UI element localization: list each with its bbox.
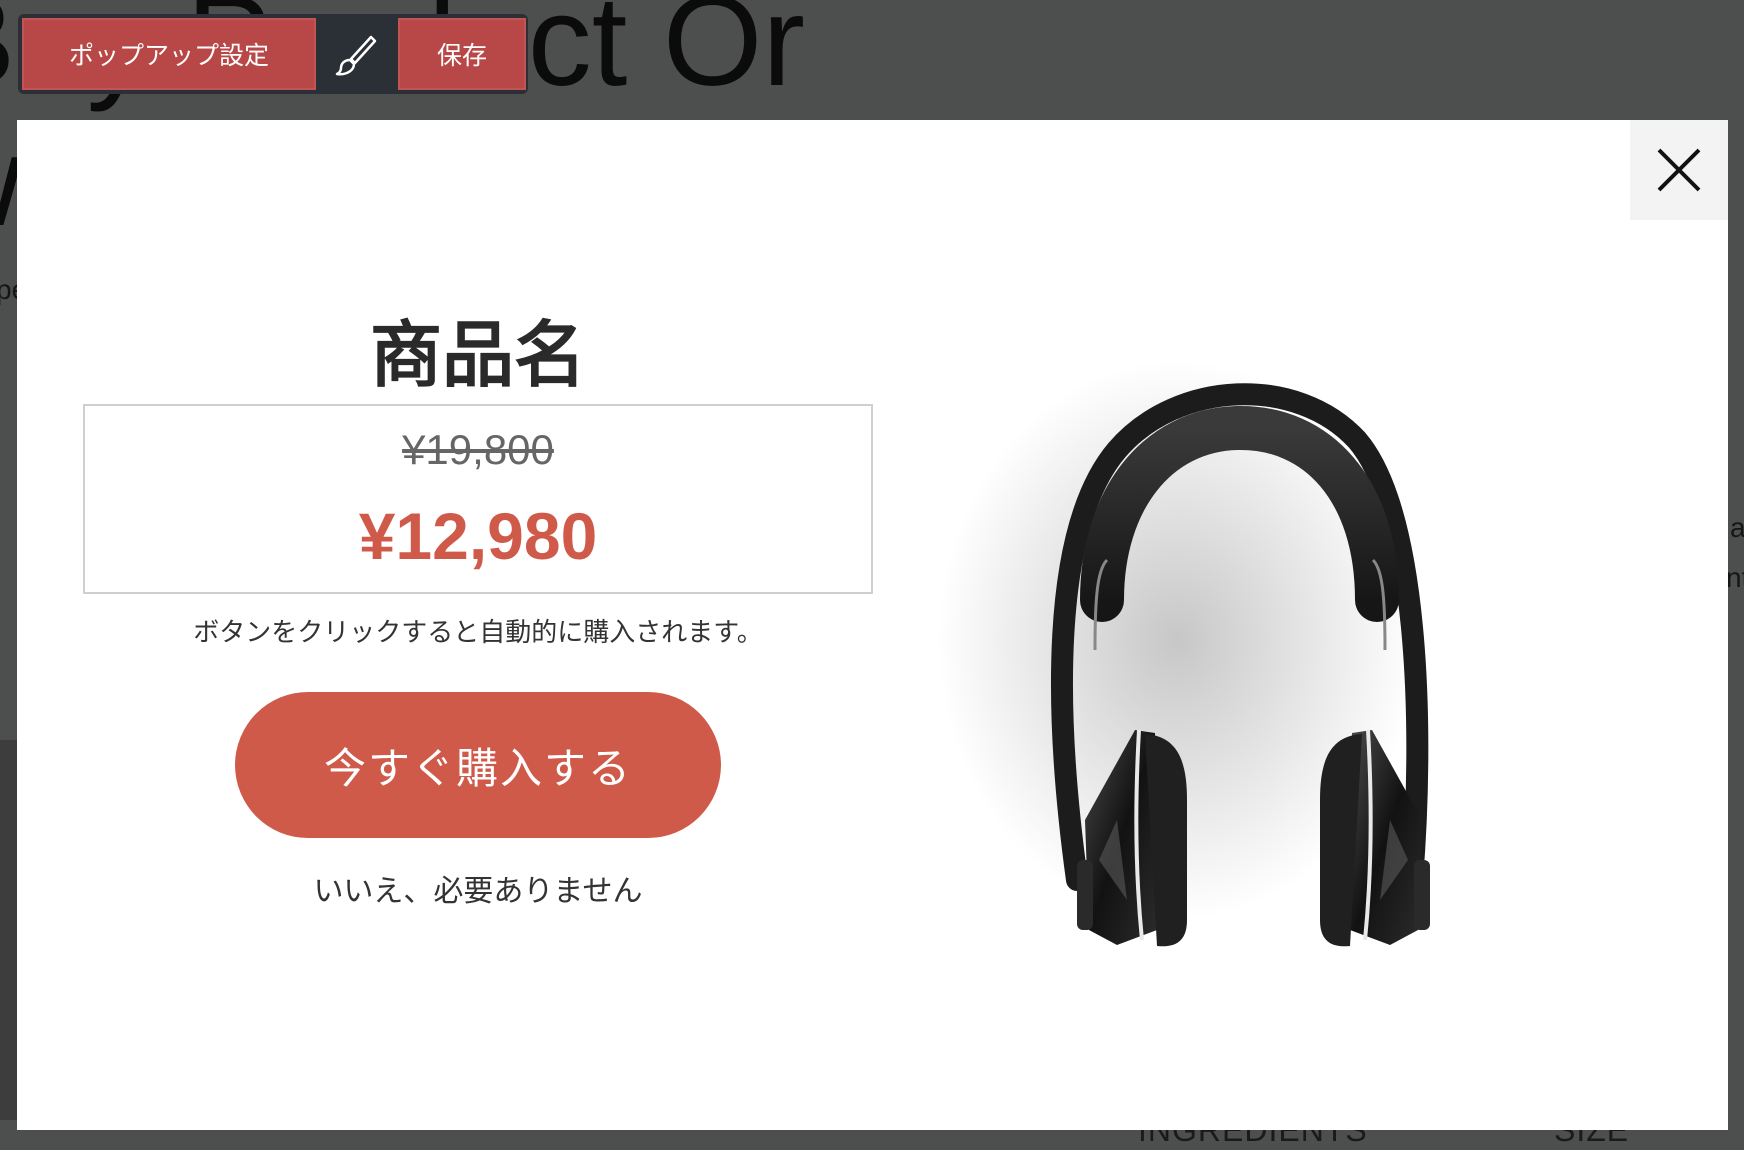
save-button[interactable]: 保存 — [398, 18, 526, 90]
background-right-text-2: nt — [1726, 562, 1744, 593]
background-image-edge — [0, 740, 18, 1120]
product-name: 商品名 — [369, 313, 586, 397]
popup-settings-button[interactable]: ポップアップ設定 — [22, 18, 316, 90]
brush-icon[interactable] — [330, 32, 380, 78]
buy-now-button[interactable]: 今すぐ購入する — [235, 692, 721, 838]
price-box: ¥19,800 ¥12,980 — [83, 404, 873, 594]
sale-price: ¥12,980 — [358, 499, 598, 573]
product-popup: 商品名 ¥19,800 ¥12,980 ボタンをクリックすると自動的に購入されま… — [17, 120, 1728, 1130]
headphones-image — [877, 300, 1637, 1000]
decline-link[interactable]: いいえ、必要ありません — [83, 866, 873, 910]
background-right-text-1: a — [1730, 512, 1744, 543]
close-icon — [1657, 148, 1701, 192]
original-price: ¥19,800 — [402, 426, 554, 473]
editor-toolbar: ポップアップ設定 保存 — [18, 14, 528, 94]
purchase-note: ボタンをクリックすると自動的に購入されます。 — [193, 618, 763, 648]
close-button[interactable] — [1630, 120, 1728, 220]
